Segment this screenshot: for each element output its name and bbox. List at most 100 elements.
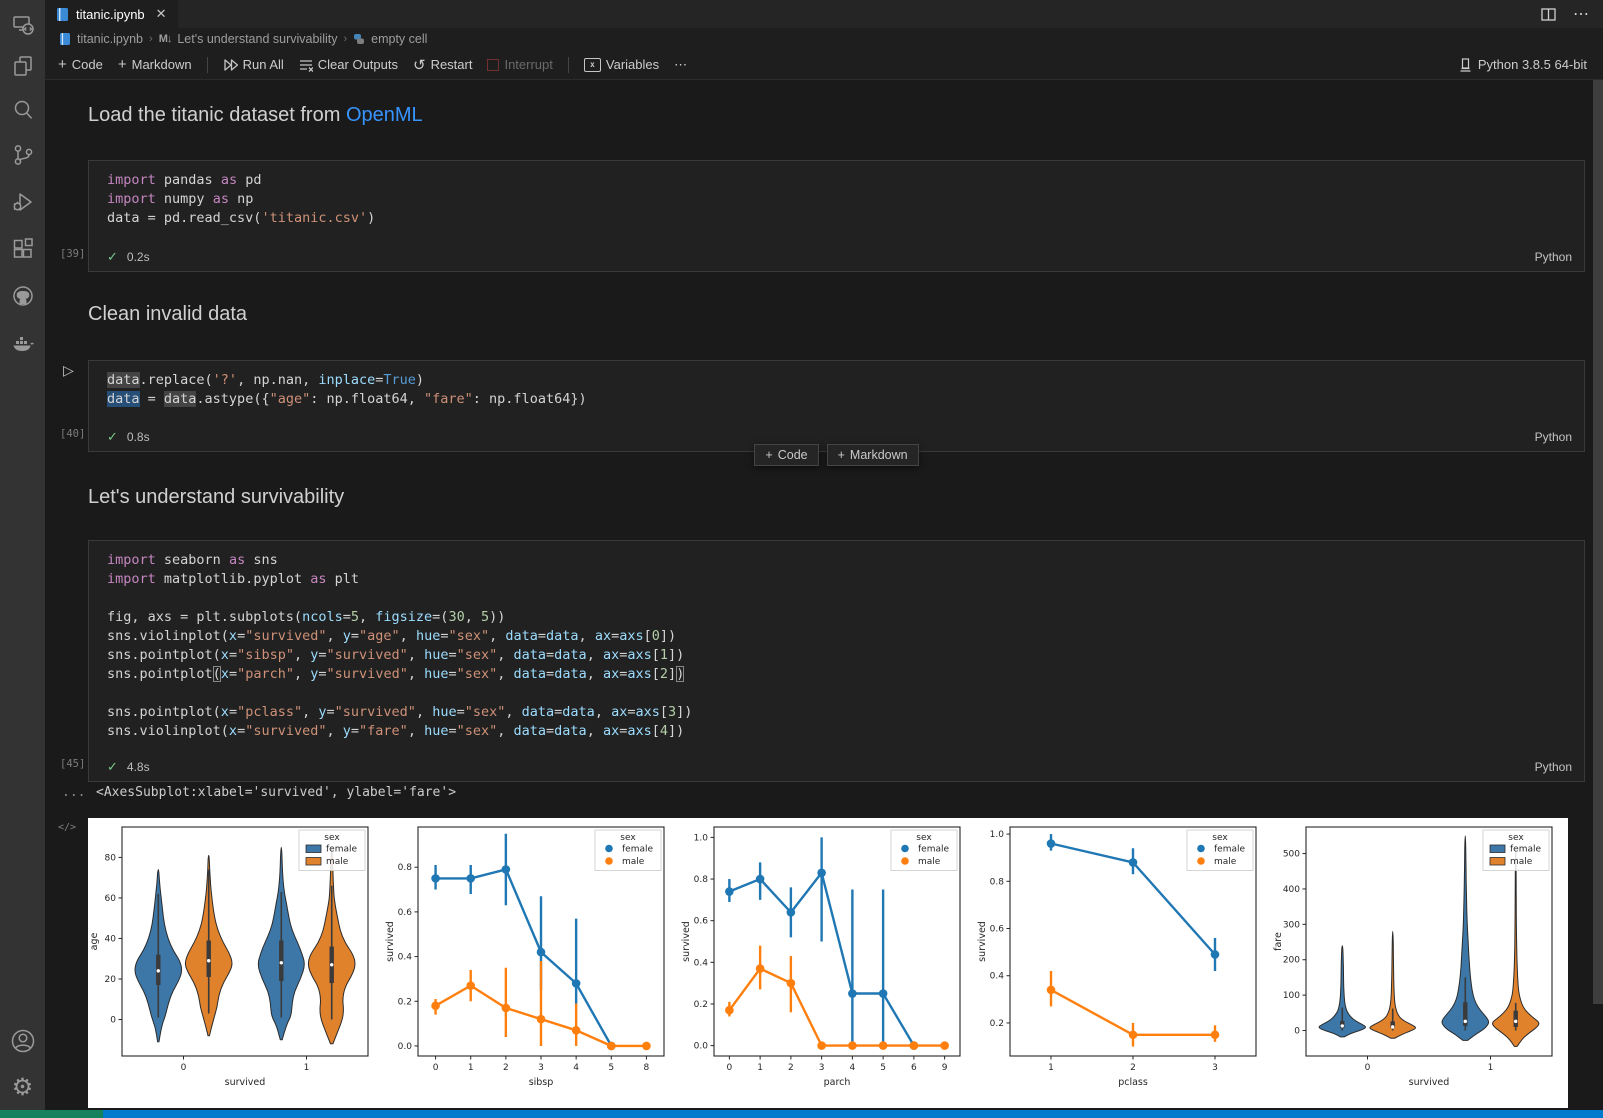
svg-text:5: 5 bbox=[880, 1063, 886, 1073]
breadcrumb-file[interactable]: titanic.ipynb bbox=[77, 32, 143, 46]
svg-text:0: 0 bbox=[181, 1063, 187, 1073]
svg-text:1.0: 1.0 bbox=[990, 830, 1005, 840]
toolbar-more-actions-icon[interactable]: ⋯ bbox=[674, 57, 687, 73]
chevron-right-icon: › bbox=[149, 33, 153, 45]
figure-panel-2: 0.00.20.40.60.81.001234569parchsurviveds… bbox=[680, 818, 976, 1108]
markdown-text: Clean invalid data bbox=[88, 303, 247, 325]
svg-text:8: 8 bbox=[644, 1063, 650, 1073]
svg-text:0: 0 bbox=[1294, 1027, 1300, 1037]
chevron-right-icon: › bbox=[343, 33, 347, 45]
svg-text:0.6: 0.6 bbox=[990, 925, 1005, 935]
code-cell[interactable]: import pandas as pdimport numpy as npdat… bbox=[88, 160, 1585, 272]
svg-text:sex: sex bbox=[324, 833, 340, 843]
insert-markdown-cell-button[interactable]: +Markdown bbox=[827, 444, 919, 466]
split-editor-icon[interactable] bbox=[1541, 8, 1556, 21]
svg-text:0: 0 bbox=[727, 1063, 733, 1073]
svg-text:0: 0 bbox=[1365, 1063, 1371, 1073]
svg-text:0.8: 0.8 bbox=[990, 877, 1005, 887]
interrupt-kernel-button[interactable]: Interrupt bbox=[487, 57, 552, 72]
code-editor[interactable]: import seaborn as snsimport matplotlib.p… bbox=[89, 541, 1584, 741]
toolbar-divider bbox=[568, 57, 569, 73]
svg-text:0.8: 0.8 bbox=[694, 875, 709, 885]
svg-text:0: 0 bbox=[110, 1016, 116, 1026]
output-collapsed-icon[interactable]: ... bbox=[62, 785, 85, 800]
scrollbar[interactable] bbox=[1593, 80, 1603, 1004]
extensions-icon[interactable] bbox=[0, 230, 45, 268]
markdown-cell[interactable]: Load the titanic dataset from OpenML bbox=[88, 104, 423, 127]
markdown-link[interactable]: OpenML bbox=[346, 104, 423, 126]
svg-text:300: 300 bbox=[1283, 920, 1300, 930]
execution-count: [40] bbox=[60, 428, 85, 440]
variables-button[interactable]: x Variables bbox=[584, 57, 659, 72]
svg-text:female: female bbox=[1510, 845, 1541, 855]
svg-text:4: 4 bbox=[850, 1063, 856, 1073]
source-control-icon[interactable] bbox=[0, 136, 45, 174]
svg-text:fare: fare bbox=[1273, 932, 1284, 951]
svg-text:survived: survived bbox=[681, 921, 692, 962]
remote-indicator[interactable] bbox=[0, 1110, 103, 1118]
remote-explorer-icon[interactable] bbox=[0, 6, 45, 44]
insert-code-cell-button[interactable]: +Code bbox=[754, 444, 818, 466]
success-check-icon: ✓ bbox=[107, 249, 118, 265]
explorer-icon[interactable] bbox=[0, 47, 45, 85]
restart-kernel-button[interactable]: ↺ Restart bbox=[413, 56, 472, 74]
svg-text:100: 100 bbox=[1283, 991, 1300, 1001]
markdown-text: Let's understand survivability bbox=[88, 486, 344, 508]
clear-outputs-icon bbox=[299, 58, 313, 72]
run-cell-button[interactable]: ▷ bbox=[63, 362, 74, 379]
svg-text:1: 1 bbox=[1488, 1063, 1494, 1073]
plus-icon: + bbox=[838, 448, 845, 462]
svg-text:4: 4 bbox=[573, 1063, 579, 1073]
svg-text:parch: parch bbox=[824, 1077, 851, 1088]
figure-panel-0: 02040608001survivedagesexfemalemale bbox=[88, 818, 384, 1108]
docker-icon[interactable] bbox=[0, 324, 45, 362]
svg-text:40: 40 bbox=[105, 934, 117, 944]
variables-icon: x bbox=[584, 58, 601, 72]
editor-more-actions-icon[interactable]: ⋯ bbox=[1573, 4, 1589, 24]
code-cell[interactable]: data.replace('?', np.nan, inplace=True)d… bbox=[88, 360, 1585, 452]
settings-gear-icon[interactable]: ⚙ bbox=[0, 1068, 45, 1106]
interrupt-icon bbox=[487, 59, 499, 71]
markdown-cell[interactable]: Clean invalid data bbox=[88, 303, 247, 326]
svg-text:0.6: 0.6 bbox=[694, 917, 709, 927]
tab-bar: titanic.ipynb ✕ ⋯ bbox=[45, 0, 1603, 28]
breadcrumb-section[interactable]: Let's understand survivability bbox=[177, 32, 337, 46]
account-icon[interactable] bbox=[0, 1022, 45, 1060]
tab-titanic-ipynb[interactable]: titanic.ipynb ✕ bbox=[45, 0, 178, 28]
output-mimetype-icon[interactable]: </> bbox=[58, 822, 76, 833]
run-debug-icon[interactable] bbox=[0, 183, 45, 221]
svg-text:0.0: 0.0 bbox=[694, 1042, 709, 1052]
svg-text:male: male bbox=[918, 857, 941, 867]
run-all-button[interactable]: Run All bbox=[223, 57, 284, 72]
code-cell[interactable]: import seaborn as snsimport matplotlib.p… bbox=[88, 540, 1585, 782]
svg-text:6: 6 bbox=[911, 1063, 917, 1073]
code-editor[interactable]: data.replace('?', np.nan, inplace=True)d… bbox=[89, 361, 1584, 409]
svg-text:2: 2 bbox=[503, 1063, 509, 1073]
svg-text:0.4: 0.4 bbox=[398, 953, 413, 963]
svg-text:survived: survived bbox=[977, 921, 988, 962]
svg-text:0.2: 0.2 bbox=[694, 1000, 708, 1010]
markdown-cell[interactable]: Let's understand survivability bbox=[88, 486, 344, 509]
tab-close-icon[interactable]: ✕ bbox=[156, 6, 167, 22]
cell-language[interactable]: Python bbox=[1535, 430, 1572, 444]
markdown-icon: M↓ bbox=[159, 33, 172, 45]
python-interpreter-icon bbox=[1459, 58, 1472, 72]
cell-language[interactable]: Python bbox=[1535, 760, 1572, 774]
svg-text:500: 500 bbox=[1283, 850, 1300, 860]
kernel-picker[interactable]: Python 3.8.5 64-bit bbox=[1459, 57, 1603, 72]
clear-outputs-button[interactable]: Clear Outputs bbox=[299, 57, 398, 72]
svg-text:female: female bbox=[1214, 845, 1245, 855]
svg-text:pclass: pclass bbox=[1118, 1077, 1148, 1088]
svg-text:9: 9 bbox=[942, 1063, 948, 1073]
plus-icon: + bbox=[58, 56, 67, 73]
run-all-icon bbox=[223, 58, 238, 72]
cell-language[interactable]: Python bbox=[1535, 250, 1572, 264]
breadcrumb-cell[interactable]: empty cell bbox=[371, 32, 427, 46]
add-code-cell-button[interactable]: +Code bbox=[58, 56, 103, 73]
add-markdown-cell-button[interactable]: +Markdown bbox=[118, 56, 192, 73]
github-icon[interactable] bbox=[0, 277, 45, 315]
code-editor[interactable]: import pandas as pdimport numpy as npdat… bbox=[89, 161, 1584, 228]
search-icon[interactable] bbox=[0, 91, 45, 129]
execution-count: [45] bbox=[60, 758, 85, 770]
svg-text:sibsp: sibsp bbox=[529, 1077, 554, 1088]
